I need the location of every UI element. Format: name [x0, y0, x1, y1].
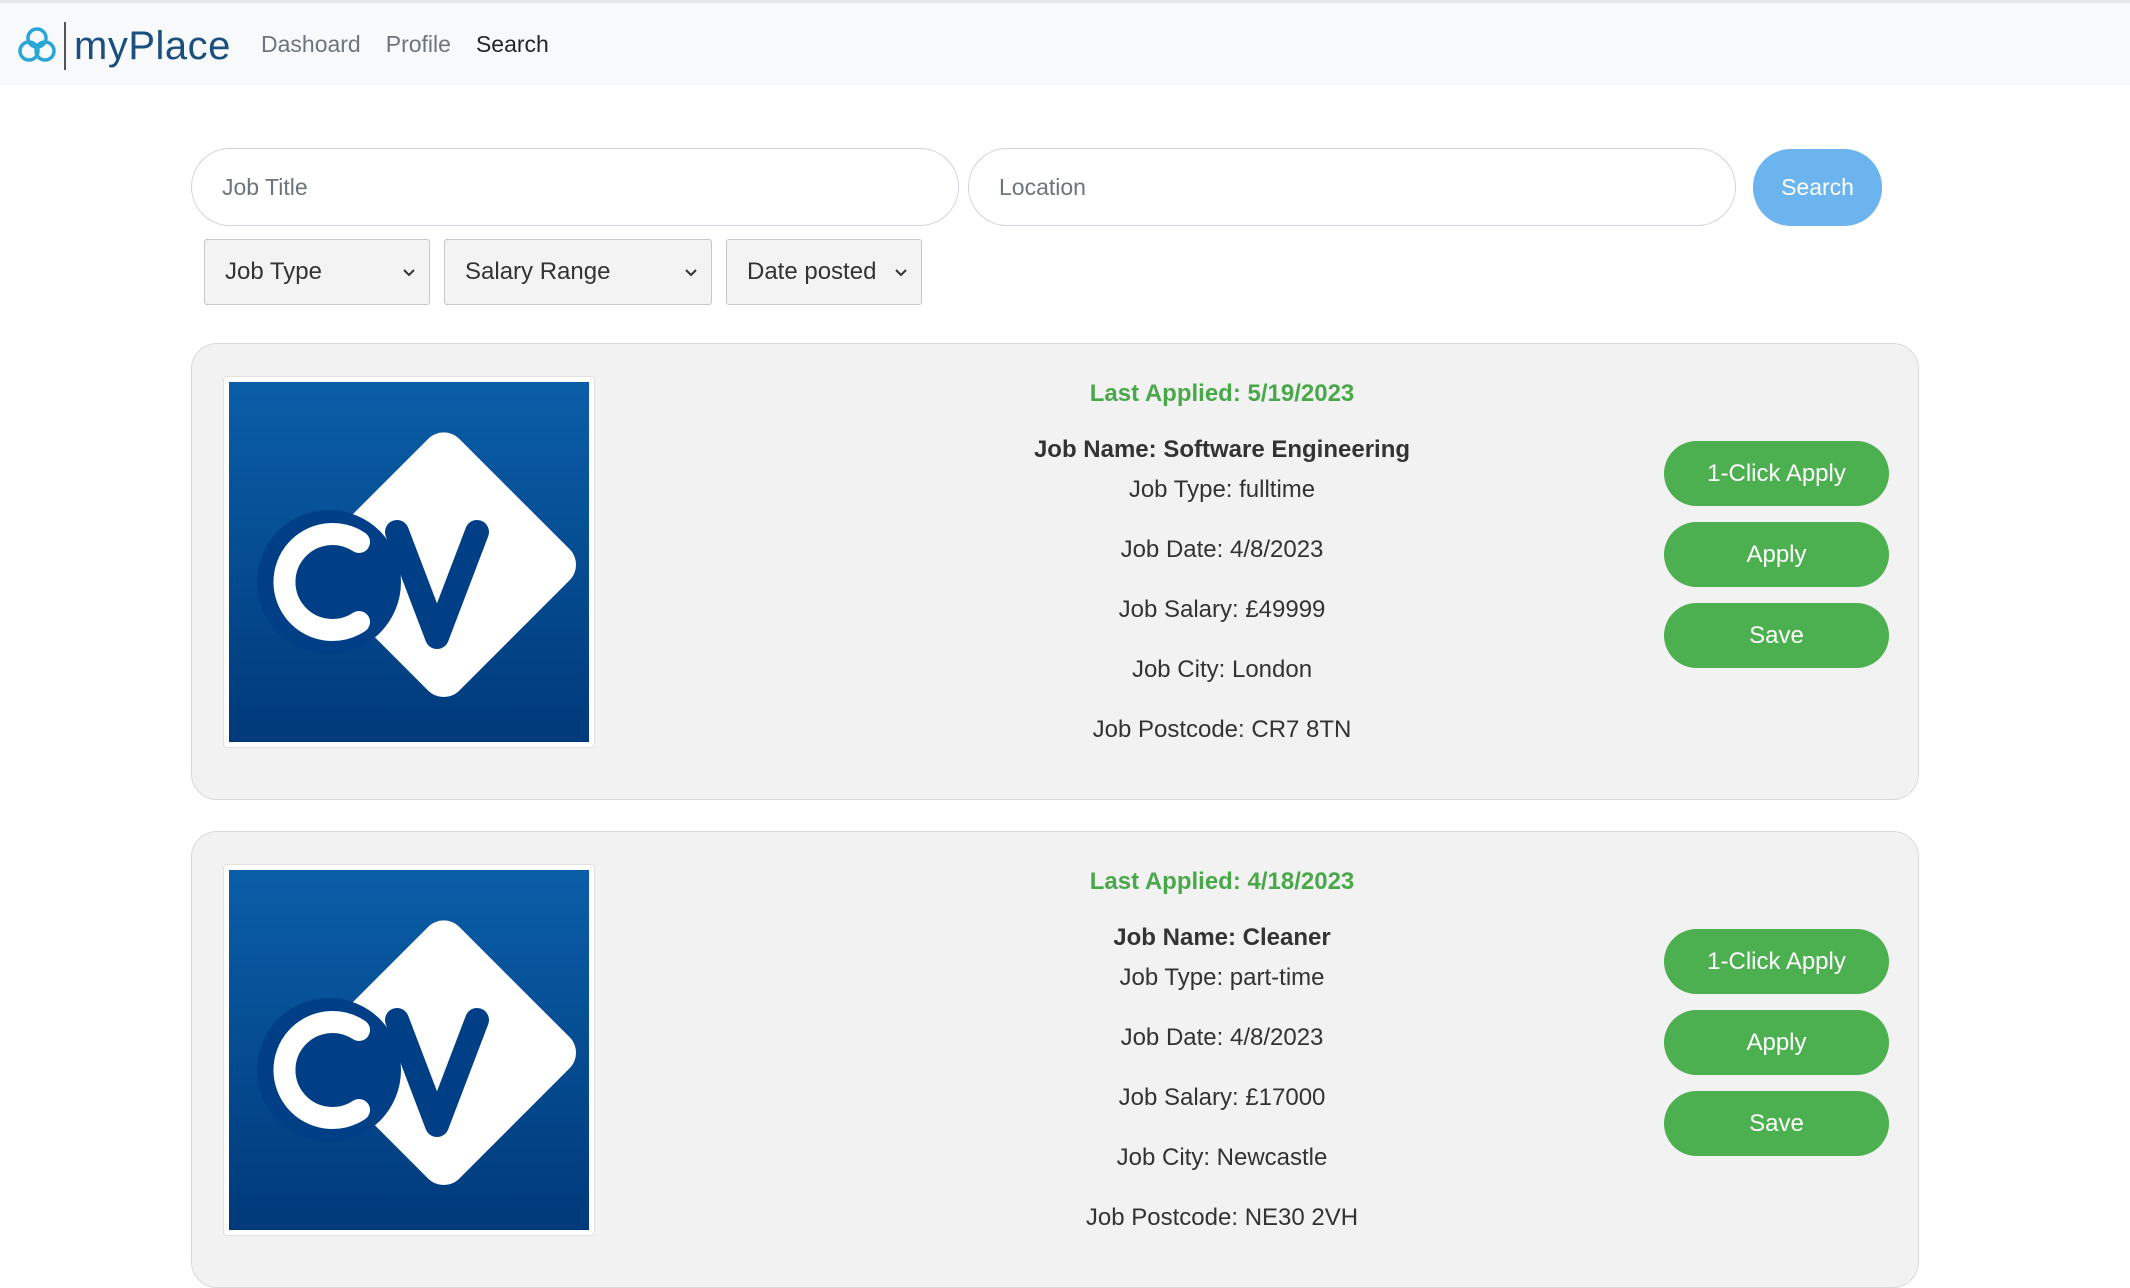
job-salary: Job Salary: £49999	[1118, 596, 1326, 623]
apply-button[interactable]: Apply	[1664, 522, 1889, 587]
job-logo	[223, 376, 595, 748]
date-posted-select[interactable]: Date posted	[726, 239, 922, 305]
cv-logo-icon	[229, 382, 589, 742]
job-card: Last Applied: 4/18/2023 Job Name: Cleane…	[191, 831, 1919, 1288]
nav-profile[interactable]: Profile	[386, 31, 451, 58]
job-type-select-value: Job Type	[225, 258, 322, 285]
last-applied-date: Last Applied: 5/19/2023	[1089, 380, 1355, 407]
save-button[interactable]: Save	[1664, 1091, 1889, 1156]
chevron-down-icon	[895, 269, 907, 277]
location-input[interactable]	[968, 148, 1736, 226]
date-posted-select-value: Date posted	[747, 258, 877, 285]
top-navbar: myPlace Dashoard Profile Search	[0, 0, 2130, 85]
one-click-apply-button[interactable]: 1-Click Apply	[1664, 441, 1889, 506]
job-date: Job Date: 4/8/2023	[1120, 1024, 1324, 1051]
job-postcode: Job Postcode: CR7 8TN	[1092, 716, 1352, 743]
nav-links: Dashoard Profile Search	[261, 31, 549, 58]
apply-button[interactable]: Apply	[1664, 1010, 1889, 1075]
job-title-input[interactable]	[191, 148, 959, 226]
brand-name: myPlace	[74, 23, 231, 68]
job-salary: Job Salary: £17000	[1118, 1084, 1326, 1111]
salary-range-select-value: Salary Range	[465, 258, 611, 285]
cv-logo-icon	[229, 870, 589, 1230]
brand-logo-icon	[18, 27, 56, 62]
job-name: Job Name: Cleaner	[1113, 924, 1331, 951]
save-button[interactable]: Save	[1664, 603, 1889, 668]
one-click-apply-button[interactable]: 1-Click Apply	[1664, 929, 1889, 994]
job-type: Job Type: fulltime	[1128, 476, 1316, 503]
last-applied-date: Last Applied: 4/18/2023	[1089, 868, 1355, 895]
brand[interactable]: myPlace	[16, 21, 231, 71]
chevron-down-icon	[403, 269, 415, 277]
job-city: Job City: London	[1131, 656, 1313, 683]
job-name: Job Name: Software Engineering	[1033, 436, 1411, 463]
brand-divider	[64, 22, 66, 70]
job-city: Job City: Newcastle	[1116, 1144, 1328, 1171]
search-button[interactable]: Search	[1753, 149, 1882, 226]
job-postcode: Job Postcode: NE30 2VH	[1085, 1204, 1359, 1231]
job-card: Last Applied: 5/19/2023 Job Name: Softwa…	[191, 343, 1919, 800]
chevron-down-icon	[685, 269, 697, 277]
job-type-select[interactable]: Job Type	[204, 239, 430, 305]
salary-range-select[interactable]: Salary Range	[444, 239, 712, 305]
nav-search[interactable]: Search	[476, 31, 549, 58]
job-logo	[223, 864, 595, 1236]
job-type: Job Type: part-time	[1119, 964, 1325, 991]
nav-dashboard[interactable]: Dashoard	[261, 31, 361, 58]
job-date: Job Date: 4/8/2023	[1120, 536, 1324, 563]
